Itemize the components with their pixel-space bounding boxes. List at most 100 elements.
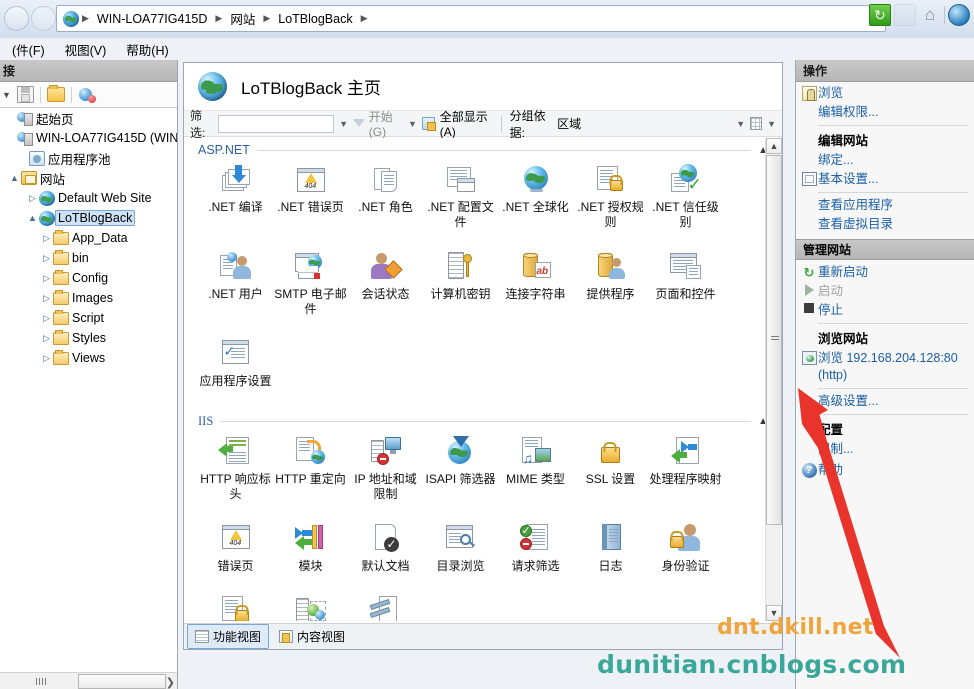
feature-tile-net-error-pages[interactable]: 404 .NET 错误页 (273, 159, 348, 230)
tree-expander-collapse[interactable]: ▲ (8, 173, 21, 183)
feature-tile-net-trust-levels[interactable]: ✓ .NET 信任级别 (648, 159, 723, 230)
scroll-right-arrow-icon[interactable]: ❯ (166, 676, 175, 689)
tree-expander[interactable]: ▷ (40, 273, 53, 284)
group-header-iis[interactable]: IIS ▲ (184, 409, 782, 431)
show-all-button[interactable]: 全部显示(A) (440, 108, 493, 139)
tree-item-lotblogback[interactable]: ▲ LoTBlogBack (0, 208, 177, 228)
feature-tile-session-state[interactable]: 会话状态 (348, 246, 423, 317)
action-basic-settings[interactable]: 基本设置... (796, 170, 974, 189)
connections-horizontal-scrollbar[interactable]: ❯ (0, 672, 177, 689)
action-edit-permissions[interactable]: 编辑权限... (796, 103, 974, 122)
feature-tile-ip-address-domain-restrictions[interactable]: IP 地址和域限制 (348, 431, 423, 502)
tree-expander[interactable]: ▷ (26, 193, 39, 204)
feature-tile-connection-strings[interactable]: ab 连接字符串 (498, 246, 573, 317)
chevron-down-icon[interactable]: ▼ (339, 119, 348, 129)
action-limits[interactable]: 限制... (796, 440, 974, 459)
connection-icon[interactable] (78, 87, 96, 103)
group-header-aspnet[interactable]: ASP.NET ▲ (184, 138, 782, 159)
tree-item-styles[interactable]: ▷ Styles (0, 328, 177, 348)
tree-item-app-pools[interactable]: 应用程序池 (0, 148, 177, 168)
feature-tile-directory-browsing[interactable]: 目录浏览 (423, 518, 498, 574)
feature-tile-compression[interactable]: 压缩 (348, 590, 423, 621)
save-icon[interactable] (16, 86, 34, 103)
feature-tile-http-response-headers[interactable]: HTTP 响应标头 (198, 431, 273, 502)
stop-icon[interactable] (894, 4, 916, 26)
action-start[interactable]: 启动 (796, 282, 974, 301)
feature-tile-net-globalization[interactable]: .NET 全球化 (498, 159, 573, 230)
tree-expander[interactable]: ▷ (40, 233, 53, 244)
tab-features-view[interactable]: 功能视图 (187, 624, 270, 649)
action-browse-site-url[interactable]: 浏览 192.168.204.128:80 (http) (796, 349, 974, 385)
tree-expander[interactable]: ▷ (40, 333, 53, 344)
feature-tile-authorization-rules[interactable]: 授权规则 (198, 590, 273, 621)
breadcrumb-address-bar[interactable]: ▶ WIN-LOA77IG415D ▶ 网站 ▶ LoTBlogBack ▶ (56, 5, 886, 32)
feature-tile-handler-mappings[interactable]: 处理程序映射 (648, 431, 723, 502)
action-restart[interactable]: ↻ 重新启动 (796, 263, 974, 282)
features-vertical-scrollbar[interactable]: ▲ ▼ (765, 138, 782, 621)
tree-item-sites[interactable]: ▲ 网站 (0, 168, 177, 188)
view-grid-icon[interactable] (750, 117, 763, 130)
breadcrumb-item-sites[interactable]: 网站 (225, 8, 260, 29)
back-button[interactable] (4, 6, 29, 31)
feature-tile-machine-key[interactable]: 计算机密钥 (423, 246, 498, 317)
feature-tile-application-settings[interactable]: ✓ 应用程序设置 (198, 333, 273, 389)
feature-tile-modules[interactable]: 模块 (273, 518, 348, 574)
action-advanced-settings[interactable]: 高级设置... (796, 392, 974, 411)
feature-tile-logging[interactable]: 日志 (573, 518, 648, 574)
tree-expander[interactable]: ▷ (40, 293, 53, 304)
help-icon[interactable] (948, 4, 970, 26)
tree-item-script[interactable]: ▷ Script (0, 308, 177, 328)
forward-button[interactable] (31, 6, 56, 31)
breadcrumb-item-server[interactable]: WIN-LOA77IG415D (92, 11, 212, 27)
folder-icon[interactable] (46, 85, 65, 102)
tree-expander[interactable]: ▷ (40, 313, 53, 324)
feature-tile-pages-and-controls[interactable]: 页面和控件 (648, 246, 723, 317)
chevron-down-icon[interactable]: ▼ (736, 119, 745, 129)
menu-view[interactable]: 视图(V) (55, 38, 117, 61)
tree-expander-collapse[interactable]: ▲ (26, 213, 39, 223)
action-bindings[interactable]: 绑定... (796, 151, 974, 170)
tab-content-view[interactable]: 内容视图 (272, 625, 352, 648)
feature-tile-net-users[interactable]: .NET 用户 (198, 246, 273, 317)
feature-tile-net-profile[interactable]: .NET 配置文件 (423, 159, 498, 230)
feature-tile-smtp-email[interactable]: SMTP 电子邮件 (273, 246, 348, 317)
tree-item-bin[interactable]: ▷ bin (0, 248, 177, 268)
scrollbar-thumb[interactable] (766, 155, 782, 525)
tree-expander[interactable]: ▷ (40, 253, 53, 264)
feature-tile-net-compilation[interactable]: .NET 编译 (198, 159, 273, 230)
tree-item-images[interactable]: ▷ Images (0, 288, 177, 308)
feature-tile-http-redirect[interactable]: HTTP 重定向 (273, 431, 348, 502)
tree-item-views[interactable]: ▷ Views (0, 348, 177, 368)
feature-tile-providers[interactable]: 提供程序 (573, 246, 648, 317)
tree-expander[interactable]: ▷ (40, 353, 53, 364)
action-view-applications[interactable]: 查看应用程序 (796, 196, 974, 215)
feature-tile-authentication[interactable]: 身份验证 (648, 518, 723, 574)
tree-item-start-page[interactable]: 起始页 (0, 108, 177, 128)
tree-item-server[interactable]: WIN-LOA77IG415D (WIN-L (0, 128, 177, 148)
feature-tile-default-document[interactable]: ✓ 默认文档 (348, 518, 423, 574)
feature-tile-mime-types[interactable]: ♫ MIME 类型 (498, 431, 573, 502)
action-view-virtual-directories[interactable]: 查看虚拟目录 (796, 215, 974, 234)
action-help[interactable]: 帮助 (796, 461, 974, 480)
scroll-up-arrow-icon[interactable]: ▲ (766, 138, 782, 154)
feature-tile-ssl-settings[interactable]: SSL 设置 (573, 431, 648, 502)
feature-tile-request-filtering[interactable]: ✓ 请求筛选 (498, 518, 573, 574)
chevron-down-icon[interactable]: ▼ (767, 119, 776, 129)
feature-tile-output-caching[interactable]: 输出缓存 (273, 590, 348, 621)
menu-help[interactable]: 帮助(H) (116, 38, 178, 61)
refresh-icon[interactable] (869, 4, 891, 26)
action-browse[interactable]: 浏览 (796, 84, 974, 103)
breadcrumb-item-site[interactable]: LoTBlogBack (273, 11, 357, 27)
feature-tile-isapi-filters[interactable]: ISAPI 筛选器 (423, 431, 498, 502)
tree-item-config[interactable]: ▷ Config (0, 268, 177, 288)
feature-tile-error-pages[interactable]: 404 错误页 (198, 518, 273, 574)
scrollbar-thumb[interactable] (78, 674, 166, 689)
tree-item-app-data[interactable]: ▷ App_Data (0, 228, 177, 248)
feature-tile-net-roles[interactable]: .NET 角色 (348, 159, 423, 230)
feature-tile-net-authorization-rules[interactable]: .NET 授权规则 (573, 159, 648, 230)
menu-file[interactable]: (件(F) (2, 38, 55, 61)
chevron-down-icon[interactable]: ▼ (408, 119, 417, 129)
connections-tree[interactable]: 起始页 WIN-LOA77IG415D (WIN-L 应用程序池 ▲ 网站 ▷ … (0, 108, 177, 677)
action-stop[interactable]: 停止 (796, 301, 974, 320)
filter-start-button[interactable]: 开始(G) (369, 108, 403, 139)
